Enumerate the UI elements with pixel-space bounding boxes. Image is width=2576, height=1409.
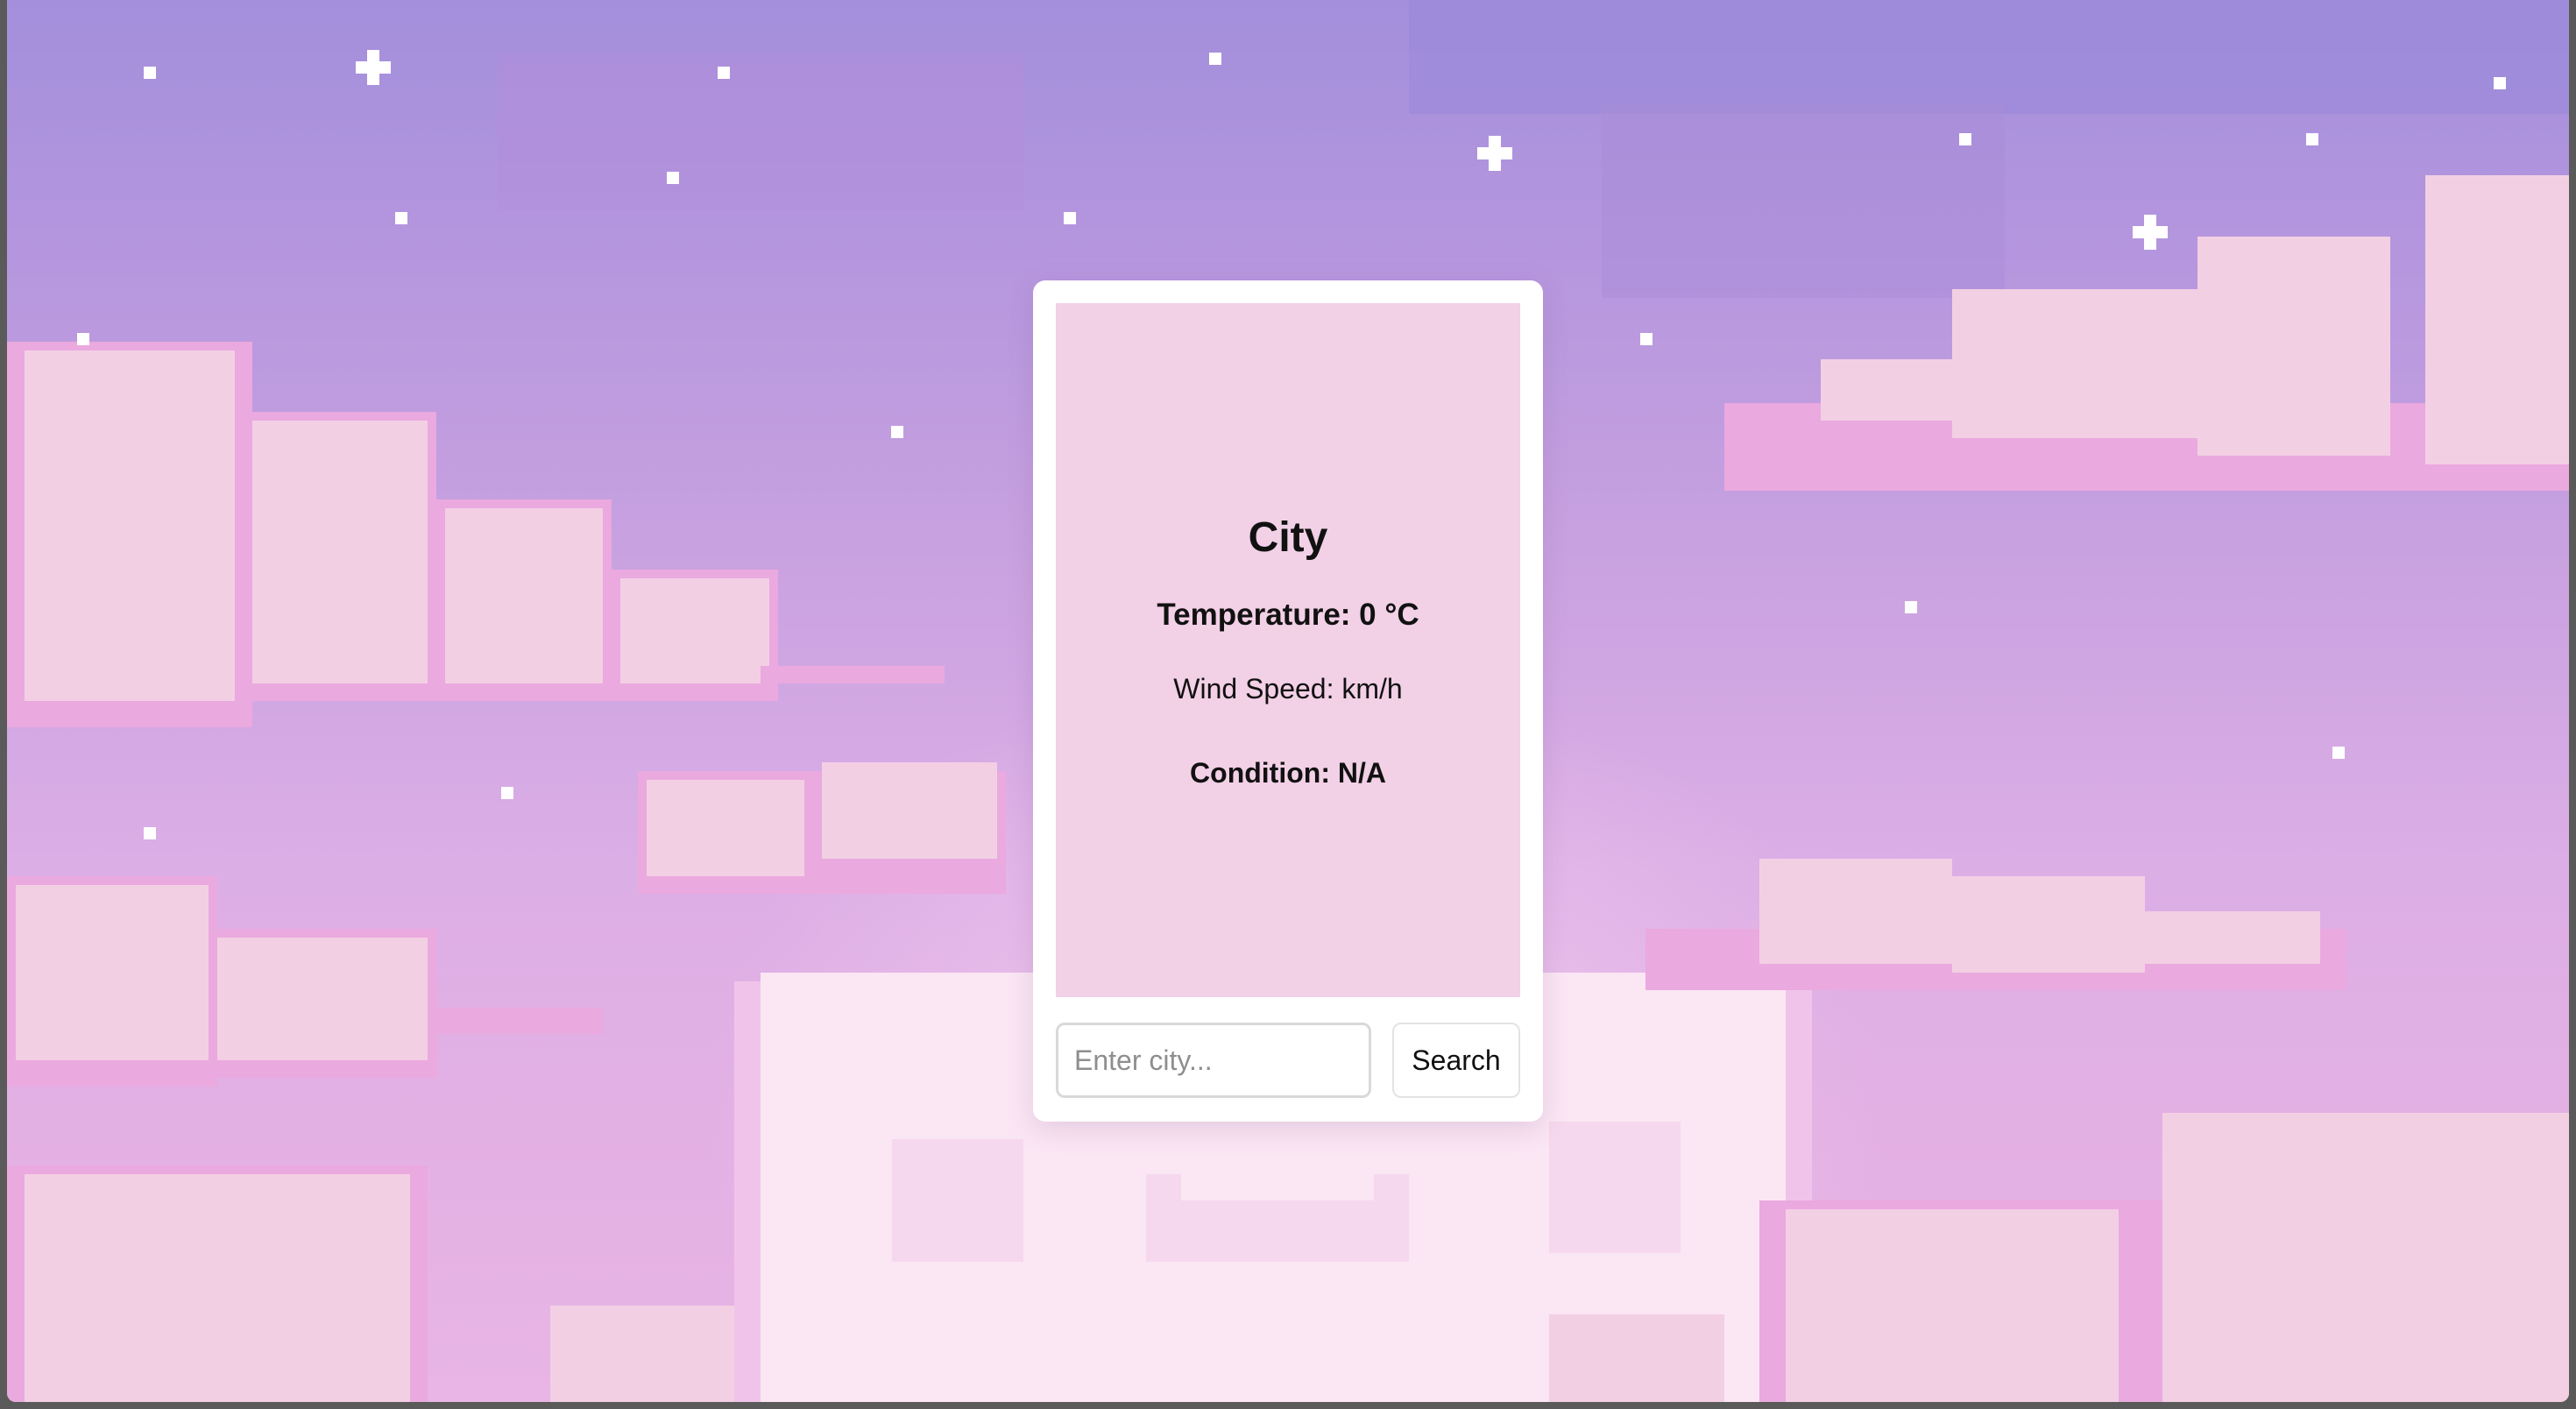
cloud-left-lower <box>7 876 603 1087</box>
app-viewport: City Temperature: 0 °C Wind Speed: km/h … <box>7 0 2569 1402</box>
sparkle-star <box>2133 215 2168 250</box>
city-name: City <box>1248 514 1328 561</box>
weather-card: City Temperature: 0 °C Wind Speed: km/h … <box>1033 280 1543 1122</box>
cloud-right-middle <box>1645 859 2346 990</box>
city-search-input[interactable] <box>1056 1023 1371 1098</box>
condition-text: Condition: N/A <box>1190 757 1386 789</box>
weather-display-panel: City Temperature: 0 °C Wind Speed: km/h … <box>1056 303 1520 997</box>
search-button[interactable]: Search <box>1392 1023 1520 1098</box>
cloud-left-middle <box>638 762 1006 894</box>
sparkle-star <box>1477 136 1512 171</box>
sparkle-star <box>356 50 391 85</box>
cloud-left-upper <box>7 342 945 727</box>
temperature-text: Temperature: 0 °C <box>1157 598 1419 632</box>
cloud-bottom-left <box>7 1165 743 1402</box>
wind-speed-text: Wind Speed: km/h <box>1173 673 1403 704</box>
